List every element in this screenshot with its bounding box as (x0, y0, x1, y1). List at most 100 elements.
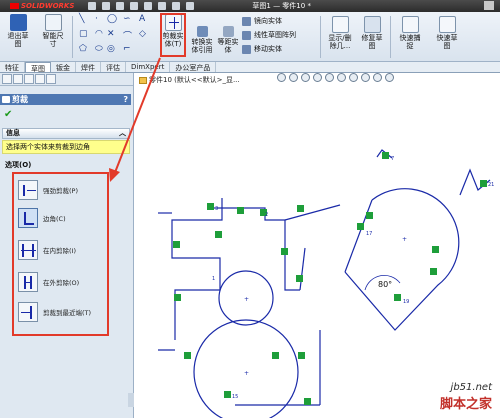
centerline-icon[interactable]: · (95, 14, 98, 24)
display-manager-tab-icon[interactable] (46, 74, 56, 84)
slot-icon[interactable]: ◎ (107, 44, 115, 54)
info-section-header[interactable]: 信息 ︿ (2, 128, 130, 139)
configuration-tab-icon[interactable] (24, 74, 34, 84)
repair-sketch-button[interactable]: 修复草 图 (357, 16, 387, 50)
chamfer-icon[interactable]: ⌐ (123, 44, 131, 54)
trim-icon (2, 96, 10, 103)
sketch-line[interactable] (299, 247, 306, 291)
watermark: jb51.net 脚本之家 (440, 382, 492, 412)
apply-scene-icon[interactable] (373, 73, 382, 82)
move-entities-button[interactable]: 移动实体 (242, 44, 282, 54)
dimxpert-tab-icon[interactable] (35, 74, 45, 84)
rebuild-icon[interactable] (172, 2, 181, 10)
corner-trim-icon (18, 208, 38, 228)
trim-to-closest-option[interactable]: 剪裁到最近端(T) (18, 302, 91, 322)
ok-checkmark-icon[interactable]: ✔ (4, 109, 12, 120)
angle-dimension[interactable]: 80° (378, 280, 392, 289)
view-orientation-icon[interactable] (325, 73, 334, 82)
undo-icon[interactable] (144, 2, 153, 10)
trim-inside-icon (18, 240, 38, 260)
svg-text:21: 21 (488, 182, 494, 188)
tab-office-products[interactable]: 办公室产品 (170, 62, 217, 72)
tab-features[interactable]: 特征 (0, 62, 25, 72)
exit-sketch-button[interactable]: 退出草 图 (3, 14, 33, 48)
point-icon[interactable]: ✕ (107, 29, 115, 39)
arc-icon[interactable]: ◠ (95, 29, 103, 39)
power-trim-option[interactable]: 强劲剪裁(P) (18, 180, 78, 200)
entity-labels: 3 7 21 17 19 15 1 2 (212, 156, 494, 400)
panel-resize-handle[interactable] (128, 393, 134, 407)
plane-icon[interactable]: ◇ (139, 29, 146, 39)
spline-icon[interactable]: ∽ (123, 14, 131, 24)
options-section-header[interactable]: 选项(O) (2, 161, 130, 172)
offset-entities-button[interactable]: 等距实 体 (216, 26, 240, 54)
mirror-entities-button[interactable]: 镜向实体 (242, 16, 282, 26)
fillet-icon[interactable]: ⌒ (123, 29, 132, 42)
exit-sketch-icon (9, 14, 27, 31)
tab-dimxpert[interactable]: DimXpert (126, 62, 171, 72)
linear-pattern-button[interactable]: 线性草图阵列 (242, 30, 296, 40)
svg-text:3: 3 (215, 206, 218, 212)
print-icon[interactable] (130, 2, 139, 10)
ellipse-icon[interactable]: ⬭ (95, 44, 103, 54)
new-icon[interactable] (88, 2, 97, 10)
trim-away-outside-option[interactable]: 在外剪除(O) (18, 272, 79, 292)
zoom-area-icon[interactable] (289, 73, 298, 82)
open-icon[interactable] (102, 2, 111, 10)
convert-entities-icon (196, 26, 208, 37)
zoom-to-fit-icon[interactable] (277, 73, 286, 82)
property-manager-tab-icon[interactable] (13, 74, 23, 84)
property-manager: 剪裁 ? ✔ 信息 ︿ 选择两个实体来剪裁到边角 选项(O) 强劲剪裁(P) 边… (0, 73, 134, 418)
title-bar: SOLIDWORKS 草图1 — 零件10 * (0, 0, 500, 12)
trim-outside-icon (18, 272, 38, 292)
rapid-sketch-button[interactable]: 快速草 图 (432, 16, 462, 50)
rapid-sketch-icon (438, 16, 456, 33)
display-style-icon[interactable] (337, 73, 346, 82)
help-icon[interactable]: ? (123, 94, 128, 105)
view-settings-icon[interactable] (385, 73, 394, 82)
trim-away-inside-option[interactable]: 在内剪除(I) (18, 240, 76, 260)
tab-sketch[interactable]: 草图 (25, 62, 51, 73)
document-title: 草图1 — 零件10 * (252, 2, 311, 10)
sketch-canvas[interactable]: 3 7 21 17 19 15 1 2 80° + + + (135, 83, 500, 418)
feature-tree-tab-icon[interactable] (2, 74, 12, 84)
tab-weldments[interactable]: 焊件 (76, 62, 101, 72)
watermark-brand: 脚本之家 (439, 397, 492, 412)
trim-highlight (160, 13, 186, 57)
convert-entities-button[interactable]: 转换实 体引用 (188, 26, 216, 54)
offset-entities-icon (222, 26, 234, 37)
section-view-icon[interactable] (313, 73, 322, 82)
text-icon[interactable]: A (139, 14, 145, 24)
options-icon[interactable] (186, 2, 195, 10)
quick-snaps-icon (401, 16, 419, 33)
previous-view-icon[interactable] (301, 73, 310, 82)
circle-icon[interactable]: ◯ (107, 14, 117, 24)
sketch-line[interactable] (284, 204, 341, 221)
corner-option[interactable]: 边角(C) (18, 208, 66, 228)
line-icon[interactable]: ╲ (79, 14, 84, 24)
window-control-button[interactable] (484, 1, 494, 10)
relations-icon (331, 16, 349, 33)
heads-up-view-toolbar (277, 73, 394, 82)
hide-show-icon[interactable] (349, 73, 358, 82)
quick-snaps-button[interactable]: 快速捕 捉 (395, 16, 425, 50)
svg-text:7: 7 (391, 156, 394, 162)
sketch-circle[interactable] (193, 319, 299, 418)
tab-sheet-metal[interactable]: 钣金 (51, 62, 76, 72)
svg-text:+: + (244, 296, 249, 303)
svg-text:+: + (244, 370, 249, 377)
svg-text:2: 2 (265, 212, 268, 218)
polygon-icon[interactable]: ⬠ (79, 44, 87, 54)
save-icon[interactable] (116, 2, 125, 10)
display-relations-button[interactable]: 显示/删 除几... (325, 16, 355, 50)
panel-header: 剪裁 ? (0, 94, 131, 105)
rectangle-icon[interactable]: ▢ (79, 29, 88, 39)
solidworks-logo: SOLIDWORKS (10, 2, 74, 10)
smart-dimension-button[interactable]: 智能尺 寸 (38, 14, 68, 48)
sketch-arc[interactable] (344, 188, 460, 331)
sketch-polyline[interactable] (171, 198, 223, 340)
tab-evaluate[interactable]: 评估 (101, 62, 126, 72)
edit-appearance-icon[interactable] (361, 73, 370, 82)
divider (72, 16, 73, 58)
select-icon[interactable] (158, 2, 167, 10)
